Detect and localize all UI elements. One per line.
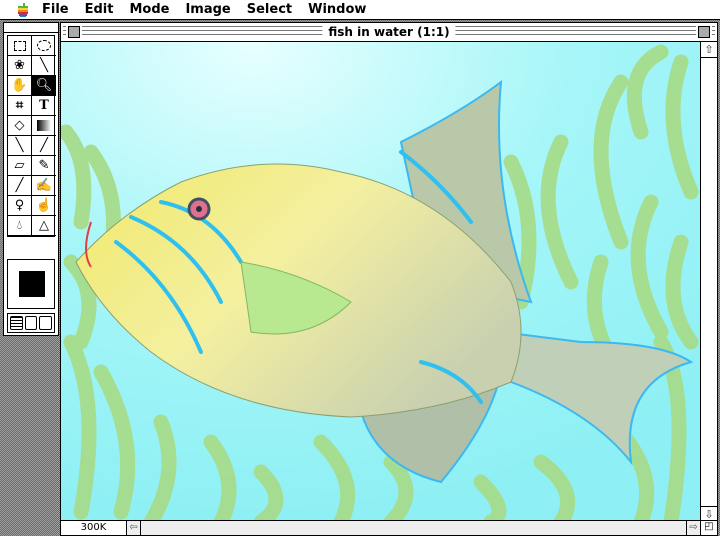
smudge-tool[interactable]: ☝ <box>32 196 56 216</box>
tool-palette: ❀ ╲ ✋ 🔍︎ ⌗ T ◇ ╲ ╱ ▱ ✎ ╱ ✍ ♀ ☝ 💧︎ △ <box>3 22 59 336</box>
scroll-left-icon[interactable]: ⇦ <box>127 521 141 535</box>
sharpen-tool[interactable]: △ <box>32 216 56 236</box>
window-title: fish in water (1:1) <box>322 25 456 40</box>
apple-menu-icon[interactable] <box>12 2 34 18</box>
standard-window-mode-button[interactable] <box>10 316 23 330</box>
menu-edit[interactable]: Edit <box>77 2 122 17</box>
menu-select[interactable]: Select <box>239 2 300 17</box>
eyedropper-tool[interactable]: ╱ <box>32 136 56 156</box>
menu-file[interactable]: File <box>34 2 77 17</box>
zoom-tool[interactable]: 🔍︎ <box>32 76 56 96</box>
rubber-stamp-tool[interactable]: ♀ <box>8 196 32 216</box>
document-window: fish in water (1:1) ⇧ ⇩ 300K ⇦ ⇨ ◰ <box>60 22 718 536</box>
grow-box-icon[interactable]: ◰ <box>700 521 717 535</box>
lasso-tool[interactable]: ❀ <box>8 56 32 76</box>
paint-bucket-tool[interactable]: ◇ <box>8 116 32 136</box>
rect-marquee-tool[interactable] <box>8 36 32 56</box>
menu-bar: File Edit Mode Image Select Window <box>0 0 720 20</box>
horizontal-scrollbar: 300K ⇦ ⇨ ◰ <box>61 520 717 535</box>
paintbrush-tool[interactable]: ✍ <box>32 176 56 196</box>
menu-window[interactable]: Window <box>300 2 374 17</box>
vertical-scrollbar[interactable]: ⇧ ⇩ <box>700 42 717 522</box>
scroll-right-icon[interactable]: ⇨ <box>686 521 700 535</box>
menu-image[interactable]: Image <box>177 2 238 17</box>
palette-drag-bar[interactable] <box>4 23 58 33</box>
line-tool[interactable]: ╲ <box>8 136 32 156</box>
menu-mode[interactable]: Mode <box>121 2 177 17</box>
fish-image <box>61 42 700 522</box>
ellipse-marquee-tool[interactable] <box>32 36 56 56</box>
eraser-tool[interactable]: ▱ <box>8 156 32 176</box>
pencil-tool[interactable]: ✎ <box>32 156 56 176</box>
full-screen-mode-button[interactable] <box>39 316 53 330</box>
foreground-color[interactable] <box>19 271 45 297</box>
hand-tool[interactable]: ✋ <box>8 76 32 96</box>
blur-tool[interactable]: 💧︎ <box>8 216 32 236</box>
title-bar[interactable]: fish in water (1:1) <box>61 23 717 42</box>
magic-wand-tool[interactable]: ╲ <box>32 56 56 76</box>
screen-mode-buttons <box>7 313 55 333</box>
type-tool[interactable]: T <box>32 96 56 116</box>
horizontal-scroll-track[interactable] <box>141 521 686 535</box>
airbrush-tool[interactable]: ╱ <box>8 176 32 196</box>
scroll-up-icon[interactable]: ⇧ <box>701 42 717 58</box>
zoom-box-icon[interactable] <box>696 24 712 40</box>
image-canvas[interactable] <box>61 42 700 522</box>
gradient-tool[interactable] <box>32 116 56 136</box>
full-screen-menubar-mode-button[interactable] <box>24 316 38 330</box>
crop-tool[interactable]: ⌗ <box>8 96 32 116</box>
document-size[interactable]: 300K <box>61 521 127 535</box>
close-box-icon[interactable] <box>66 24 82 40</box>
color-swatches[interactable] <box>7 259 55 309</box>
